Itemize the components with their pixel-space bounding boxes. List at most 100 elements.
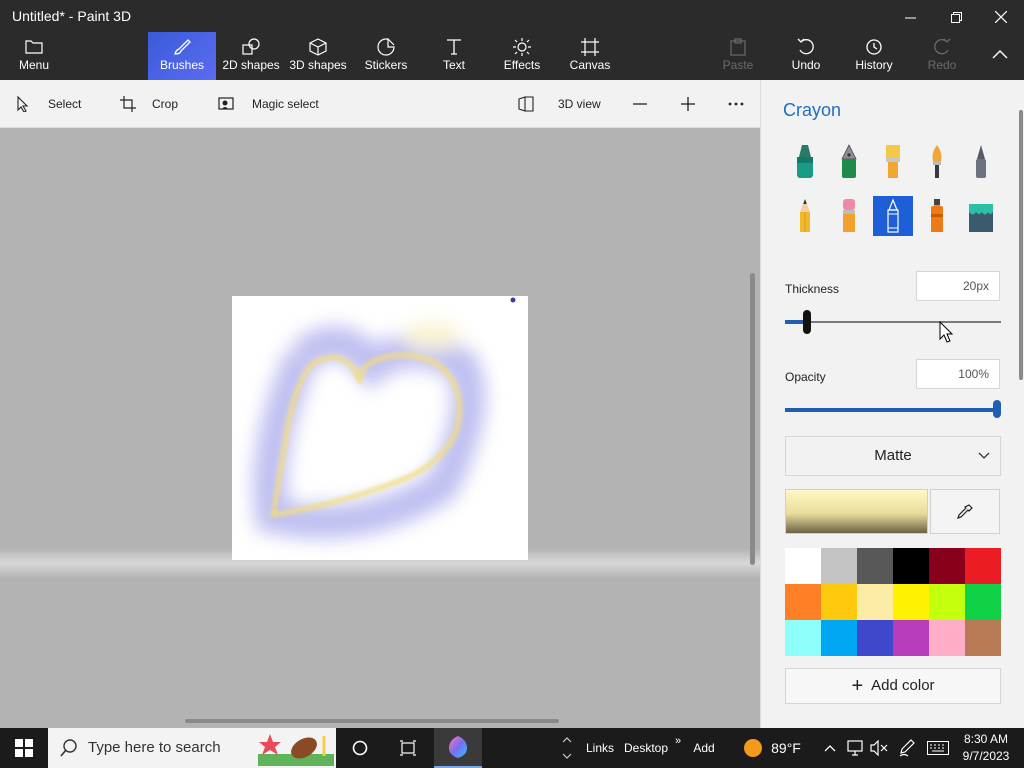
color-swatch[interactable] bbox=[785, 620, 821, 656]
3d-view-toggle[interactable]: 3D view bbox=[518, 80, 601, 128]
color-swatch[interactable] bbox=[821, 620, 857, 656]
thickness-slider-thumb[interactable] bbox=[803, 310, 811, 334]
tab-2d-shapes[interactable]: 2D shapes bbox=[220, 32, 282, 80]
pen-workspace-button[interactable] bbox=[896, 728, 918, 768]
watercolor-brush[interactable] bbox=[917, 142, 957, 182]
color-swatch[interactable] bbox=[785, 584, 821, 620]
weather-widget[interactable]: 89°F bbox=[736, 728, 808, 768]
history-button[interactable]: History bbox=[848, 32, 900, 80]
taskbar-search[interactable]: Type here to search bbox=[48, 728, 336, 768]
calligraphy-pen-brush[interactable] bbox=[829, 142, 869, 182]
chevron-right-icon[interactable]: » bbox=[672, 728, 684, 768]
taskbar-clock[interactable]: 8:30 AM 9/7/2023 bbox=[956, 731, 1016, 765]
menu-button[interactable]: Menu bbox=[8, 32, 60, 80]
color-swatch[interactable] bbox=[857, 620, 893, 656]
drawing-canvas[interactable] bbox=[232, 296, 528, 560]
maximize-button[interactable] bbox=[933, 0, 979, 32]
color-swatch[interactable] bbox=[857, 548, 893, 584]
color-swatch[interactable] bbox=[893, 584, 929, 620]
crop-icon bbox=[120, 96, 136, 112]
finish-value: Matte bbox=[874, 447, 912, 464]
tab-stickers-label: Stickers bbox=[364, 58, 408, 72]
network-button[interactable] bbox=[844, 728, 866, 768]
minimize-button[interactable] bbox=[887, 0, 933, 32]
eyedropper-button[interactable] bbox=[930, 489, 1000, 534]
spray-can-brush[interactable] bbox=[917, 196, 957, 236]
more-options-button[interactable] bbox=[728, 80, 744, 128]
oil-brush-icon bbox=[886, 145, 900, 178]
collapse-ribbon-button[interactable] bbox=[980, 32, 1020, 80]
eraser-brush[interactable] bbox=[829, 196, 869, 236]
desktop-label: Desktop bbox=[623, 741, 669, 755]
tab-text[interactable]: Text bbox=[432, 32, 476, 80]
3d-shapes-icon bbox=[288, 32, 348, 58]
drawing-strokes bbox=[253, 297, 516, 539]
horizontal-scrollbar[interactable] bbox=[185, 719, 559, 723]
color-swatch[interactable] bbox=[929, 584, 965, 620]
minus-icon bbox=[633, 103, 647, 105]
tab-canvas[interactable]: Canvas bbox=[566, 32, 614, 80]
tab-effects[interactable]: Effects bbox=[498, 32, 546, 80]
add-toolbar[interactable]: Add bbox=[688, 728, 720, 768]
fill-brush[interactable] bbox=[961, 196, 1001, 236]
thickness-input[interactable]: 20px bbox=[916, 271, 1000, 301]
paint-3d-taskbar-button[interactable] bbox=[434, 728, 482, 768]
close-button[interactable] bbox=[978, 0, 1024, 32]
pencil-brush[interactable] bbox=[785, 196, 825, 236]
finish-dropdown[interactable]: Matte bbox=[785, 436, 1001, 476]
vertical-scrollbar[interactable] bbox=[750, 273, 755, 565]
task-view-button[interactable] bbox=[386, 728, 430, 768]
paste-button[interactable]: Paste bbox=[716, 32, 760, 80]
history-icon bbox=[848, 32, 900, 58]
opacity-slider[interactable] bbox=[785, 400, 1001, 418]
panel-scrollbar[interactable] bbox=[1019, 110, 1023, 380]
oil-brush[interactable] bbox=[873, 142, 913, 182]
links-toolbar[interactable]: Links bbox=[580, 728, 620, 768]
marker-brush[interactable] bbox=[785, 142, 825, 182]
undo-button[interactable]: Undo bbox=[784, 32, 828, 80]
color-swatch[interactable] bbox=[785, 548, 821, 584]
tab-brushes[interactable]: Brushes bbox=[148, 32, 216, 80]
opacity-input[interactable]: 100% bbox=[916, 359, 1000, 389]
magic-select-tool[interactable]: Magic select bbox=[218, 80, 319, 128]
workspace[interactable] bbox=[0, 128, 760, 728]
touch-keyboard-button[interactable] bbox=[924, 728, 952, 768]
pixel-pen-icon bbox=[976, 145, 986, 178]
window-title: Untitled* - Paint 3D bbox=[12, 8, 132, 24]
color-swatch[interactable] bbox=[893, 620, 929, 656]
zoom-out-button[interactable] bbox=[632, 80, 648, 128]
color-swatch[interactable] bbox=[821, 548, 857, 584]
cortana-button[interactable] bbox=[338, 728, 382, 768]
volume-button[interactable] bbox=[868, 728, 890, 768]
tab-stickers[interactable]: Stickers bbox=[358, 32, 414, 80]
tab-canvas-label: Canvas bbox=[569, 58, 611, 72]
color-swatch[interactable] bbox=[929, 548, 965, 584]
tab-3d-shapes[interactable]: 3D shapes bbox=[288, 32, 348, 80]
color-swatch[interactable] bbox=[893, 548, 929, 584]
toolbar-scroll-arrows[interactable] bbox=[560, 728, 574, 768]
thickness-slider[interactable] bbox=[785, 310, 1001, 334]
opacity-slider-thumb[interactable] bbox=[993, 400, 1001, 418]
desktop-toolbar[interactable]: Desktop bbox=[620, 728, 672, 768]
zoom-in-button[interactable] bbox=[680, 80, 696, 128]
color-swatch[interactable] bbox=[821, 584, 857, 620]
cursor-icon bbox=[17, 96, 29, 112]
color-swatch[interactable] bbox=[929, 620, 965, 656]
select-tool[interactable]: Select bbox=[16, 80, 81, 128]
folder-icon bbox=[8, 32, 60, 58]
color-swatch[interactable] bbox=[965, 548, 1001, 584]
pixel-pen-brush[interactable] bbox=[961, 142, 1001, 182]
add-color-button[interactable]: + Add color bbox=[785, 668, 1001, 704]
tab-text-label: Text bbox=[442, 58, 465, 72]
redo-button[interactable]: Redo bbox=[920, 32, 964, 80]
start-button[interactable] bbox=[0, 728, 48, 768]
crayon-brush[interactable] bbox=[873, 196, 913, 236]
color-swatch[interactable] bbox=[965, 620, 1001, 656]
tab-2d-shapes-label: 2D shapes bbox=[222, 58, 280, 72]
crop-tool[interactable]: Crop bbox=[120, 80, 178, 128]
color-swatch[interactable] bbox=[965, 584, 1001, 620]
show-hidden-icons-button[interactable] bbox=[820, 728, 840, 768]
brush-panel: Crayon Thickness 20px Opacity 100% Matte… bbox=[760, 80, 1024, 728]
color-swatch[interactable] bbox=[857, 584, 893, 620]
current-color-swatch[interactable] bbox=[785, 489, 928, 534]
